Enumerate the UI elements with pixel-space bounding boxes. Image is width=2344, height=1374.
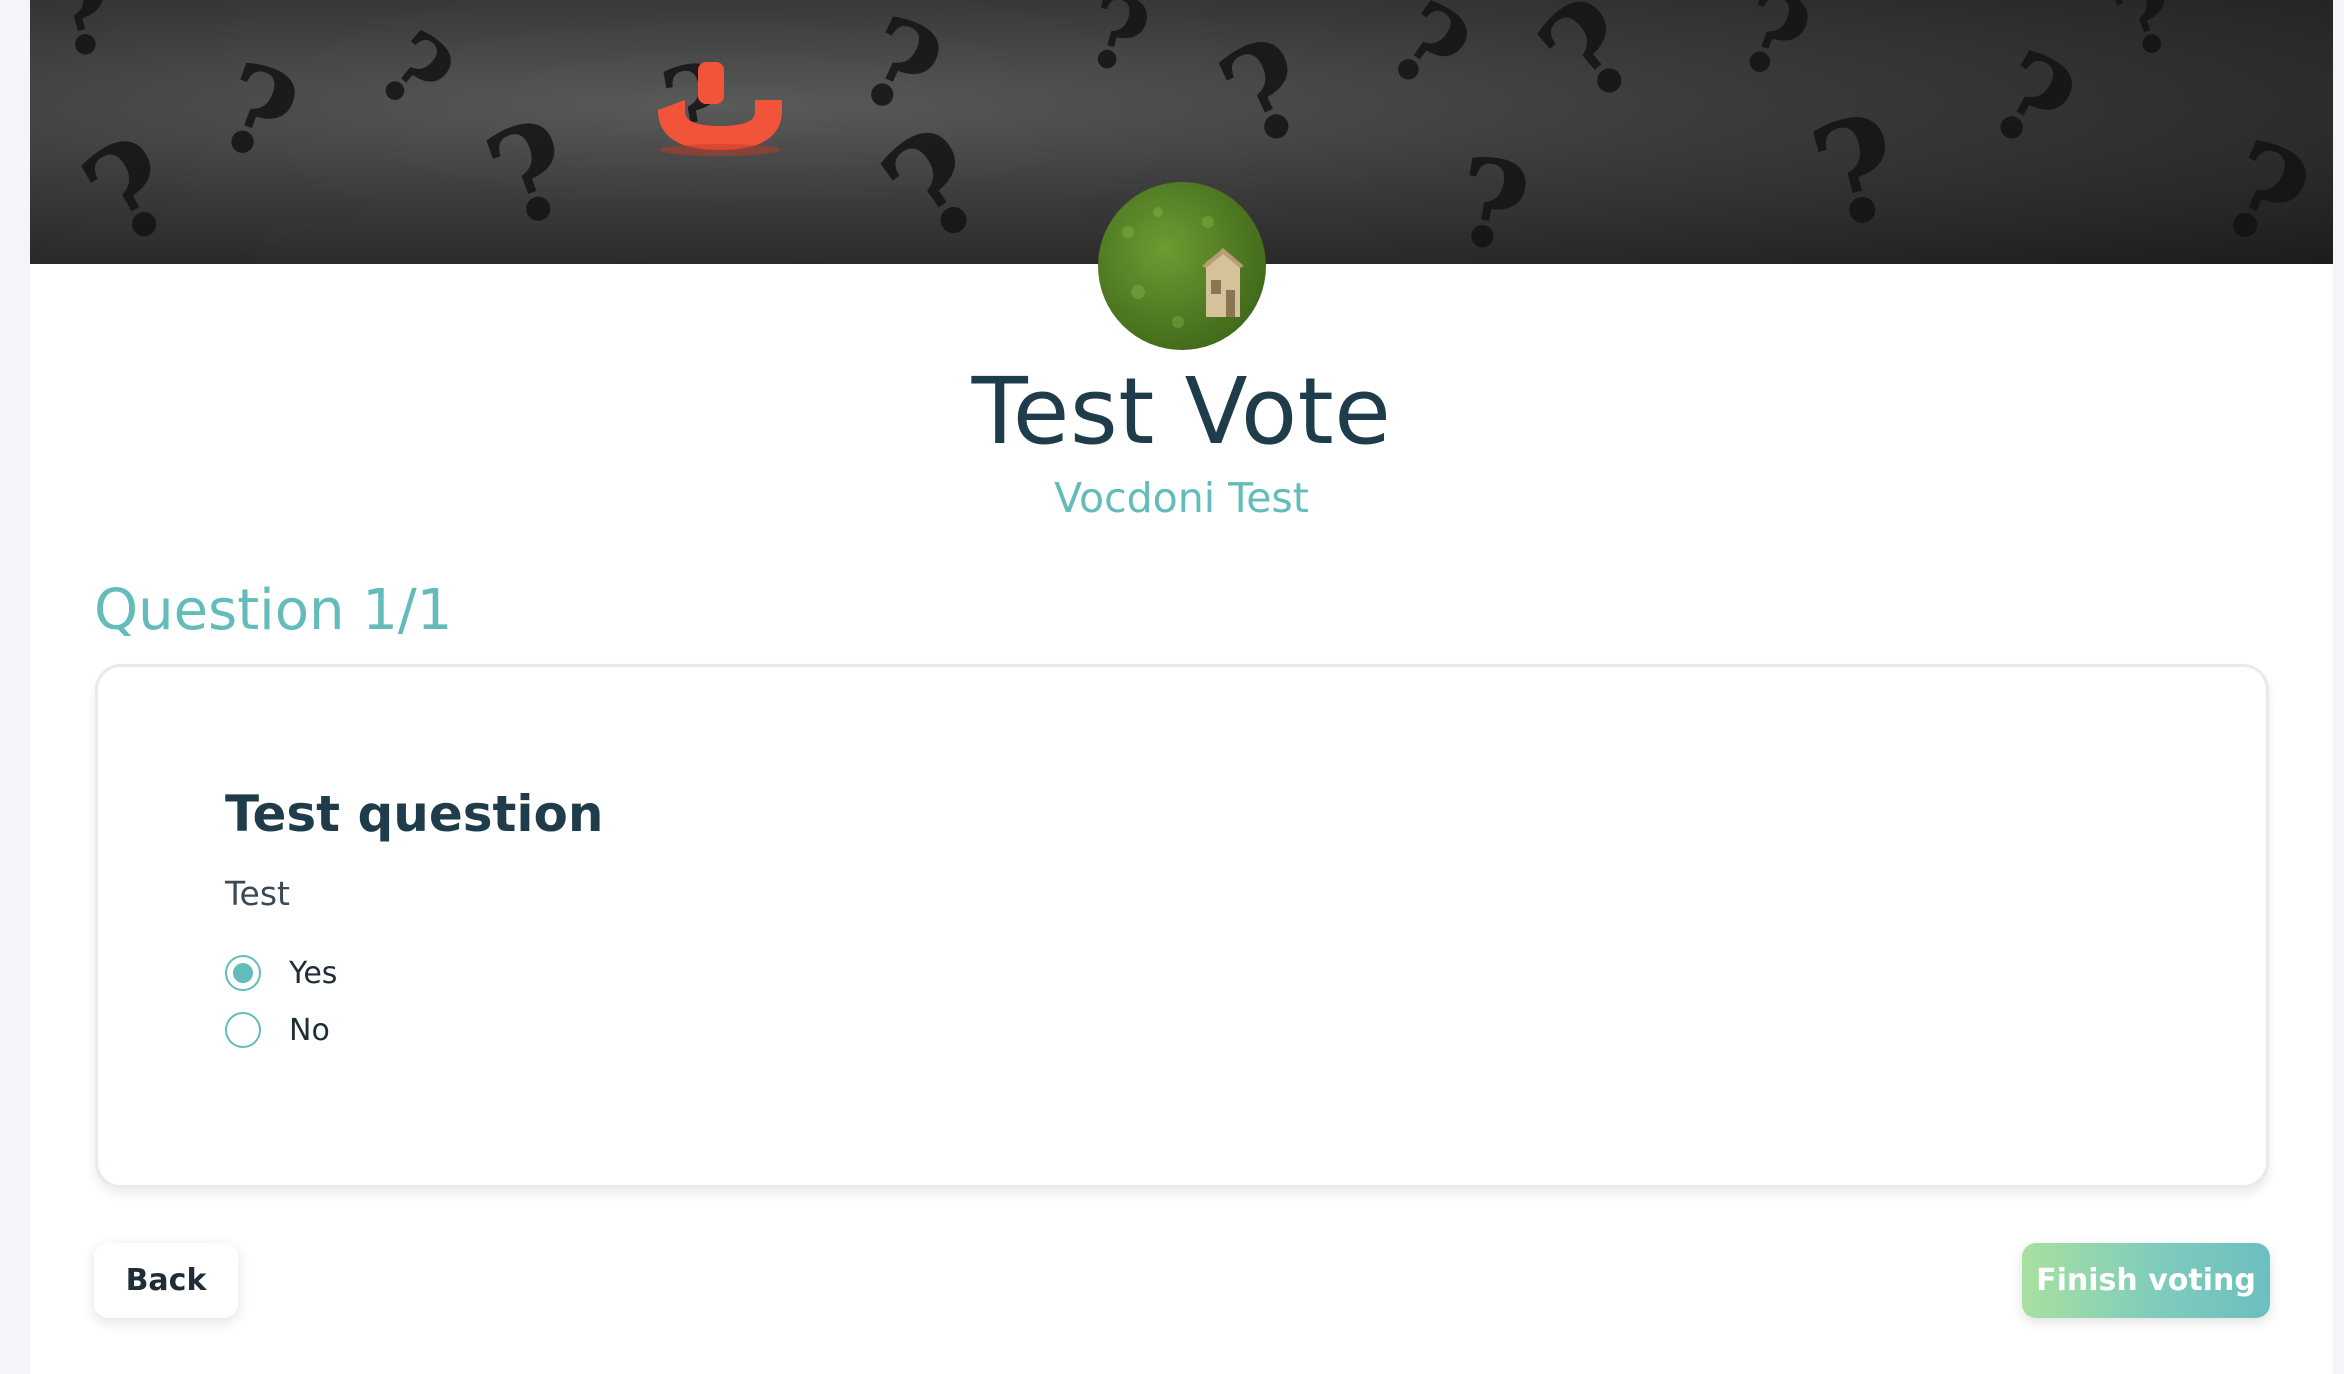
svg-text:?: ? (1365, 0, 1492, 118)
finish-voting-button[interactable]: Finish voting (2022, 1243, 2270, 1318)
radio-no[interactable] (225, 1012, 261, 1048)
option-label: No (289, 1012, 330, 1048)
svg-text:?: ? (1721, 0, 1826, 106)
svg-text:?: ? (1512, 0, 1669, 134)
option-yes[interactable]: Yes (225, 955, 337, 991)
svg-text:?: ? (2197, 109, 2331, 264)
option-label: Yes (289, 955, 338, 991)
svg-text:?: ? (59, 106, 201, 264)
svg-text:?: ? (1074, 0, 1161, 98)
radio-selected-dot (233, 963, 253, 983)
svg-text:?: ? (1966, 23, 2097, 180)
radio-yes[interactable] (225, 955, 261, 991)
election-title: Test Vote (971, 358, 1392, 465)
vote-page: ? ? ? ? ? ? ? ? ? ? ? ? ? ? ? ? ? ? ? (30, 0, 2333, 1374)
question-description: Test (225, 874, 290, 913)
svg-text:?: ? (355, 8, 476, 136)
option-no[interactable]: No (225, 1012, 330, 1048)
svg-text:?: ? (200, 35, 314, 192)
organization-name: Vocdoni Test (1054, 474, 1309, 522)
svg-text:?: ? (1445, 130, 1539, 264)
svg-text:?: ? (1796, 83, 1918, 263)
question-counter: Question 1/1 (94, 578, 453, 643)
question-title: Test question (225, 785, 604, 843)
organization-avatar (1098, 182, 1266, 350)
question-card (95, 664, 2269, 1188)
svg-text:?: ? (33, 0, 129, 85)
back-button[interactable]: Back (94, 1243, 238, 1318)
svg-text:?: ? (2098, 0, 2193, 83)
svg-text:?: ? (468, 89, 592, 259)
svg-text:?: ? (1198, 7, 1332, 178)
